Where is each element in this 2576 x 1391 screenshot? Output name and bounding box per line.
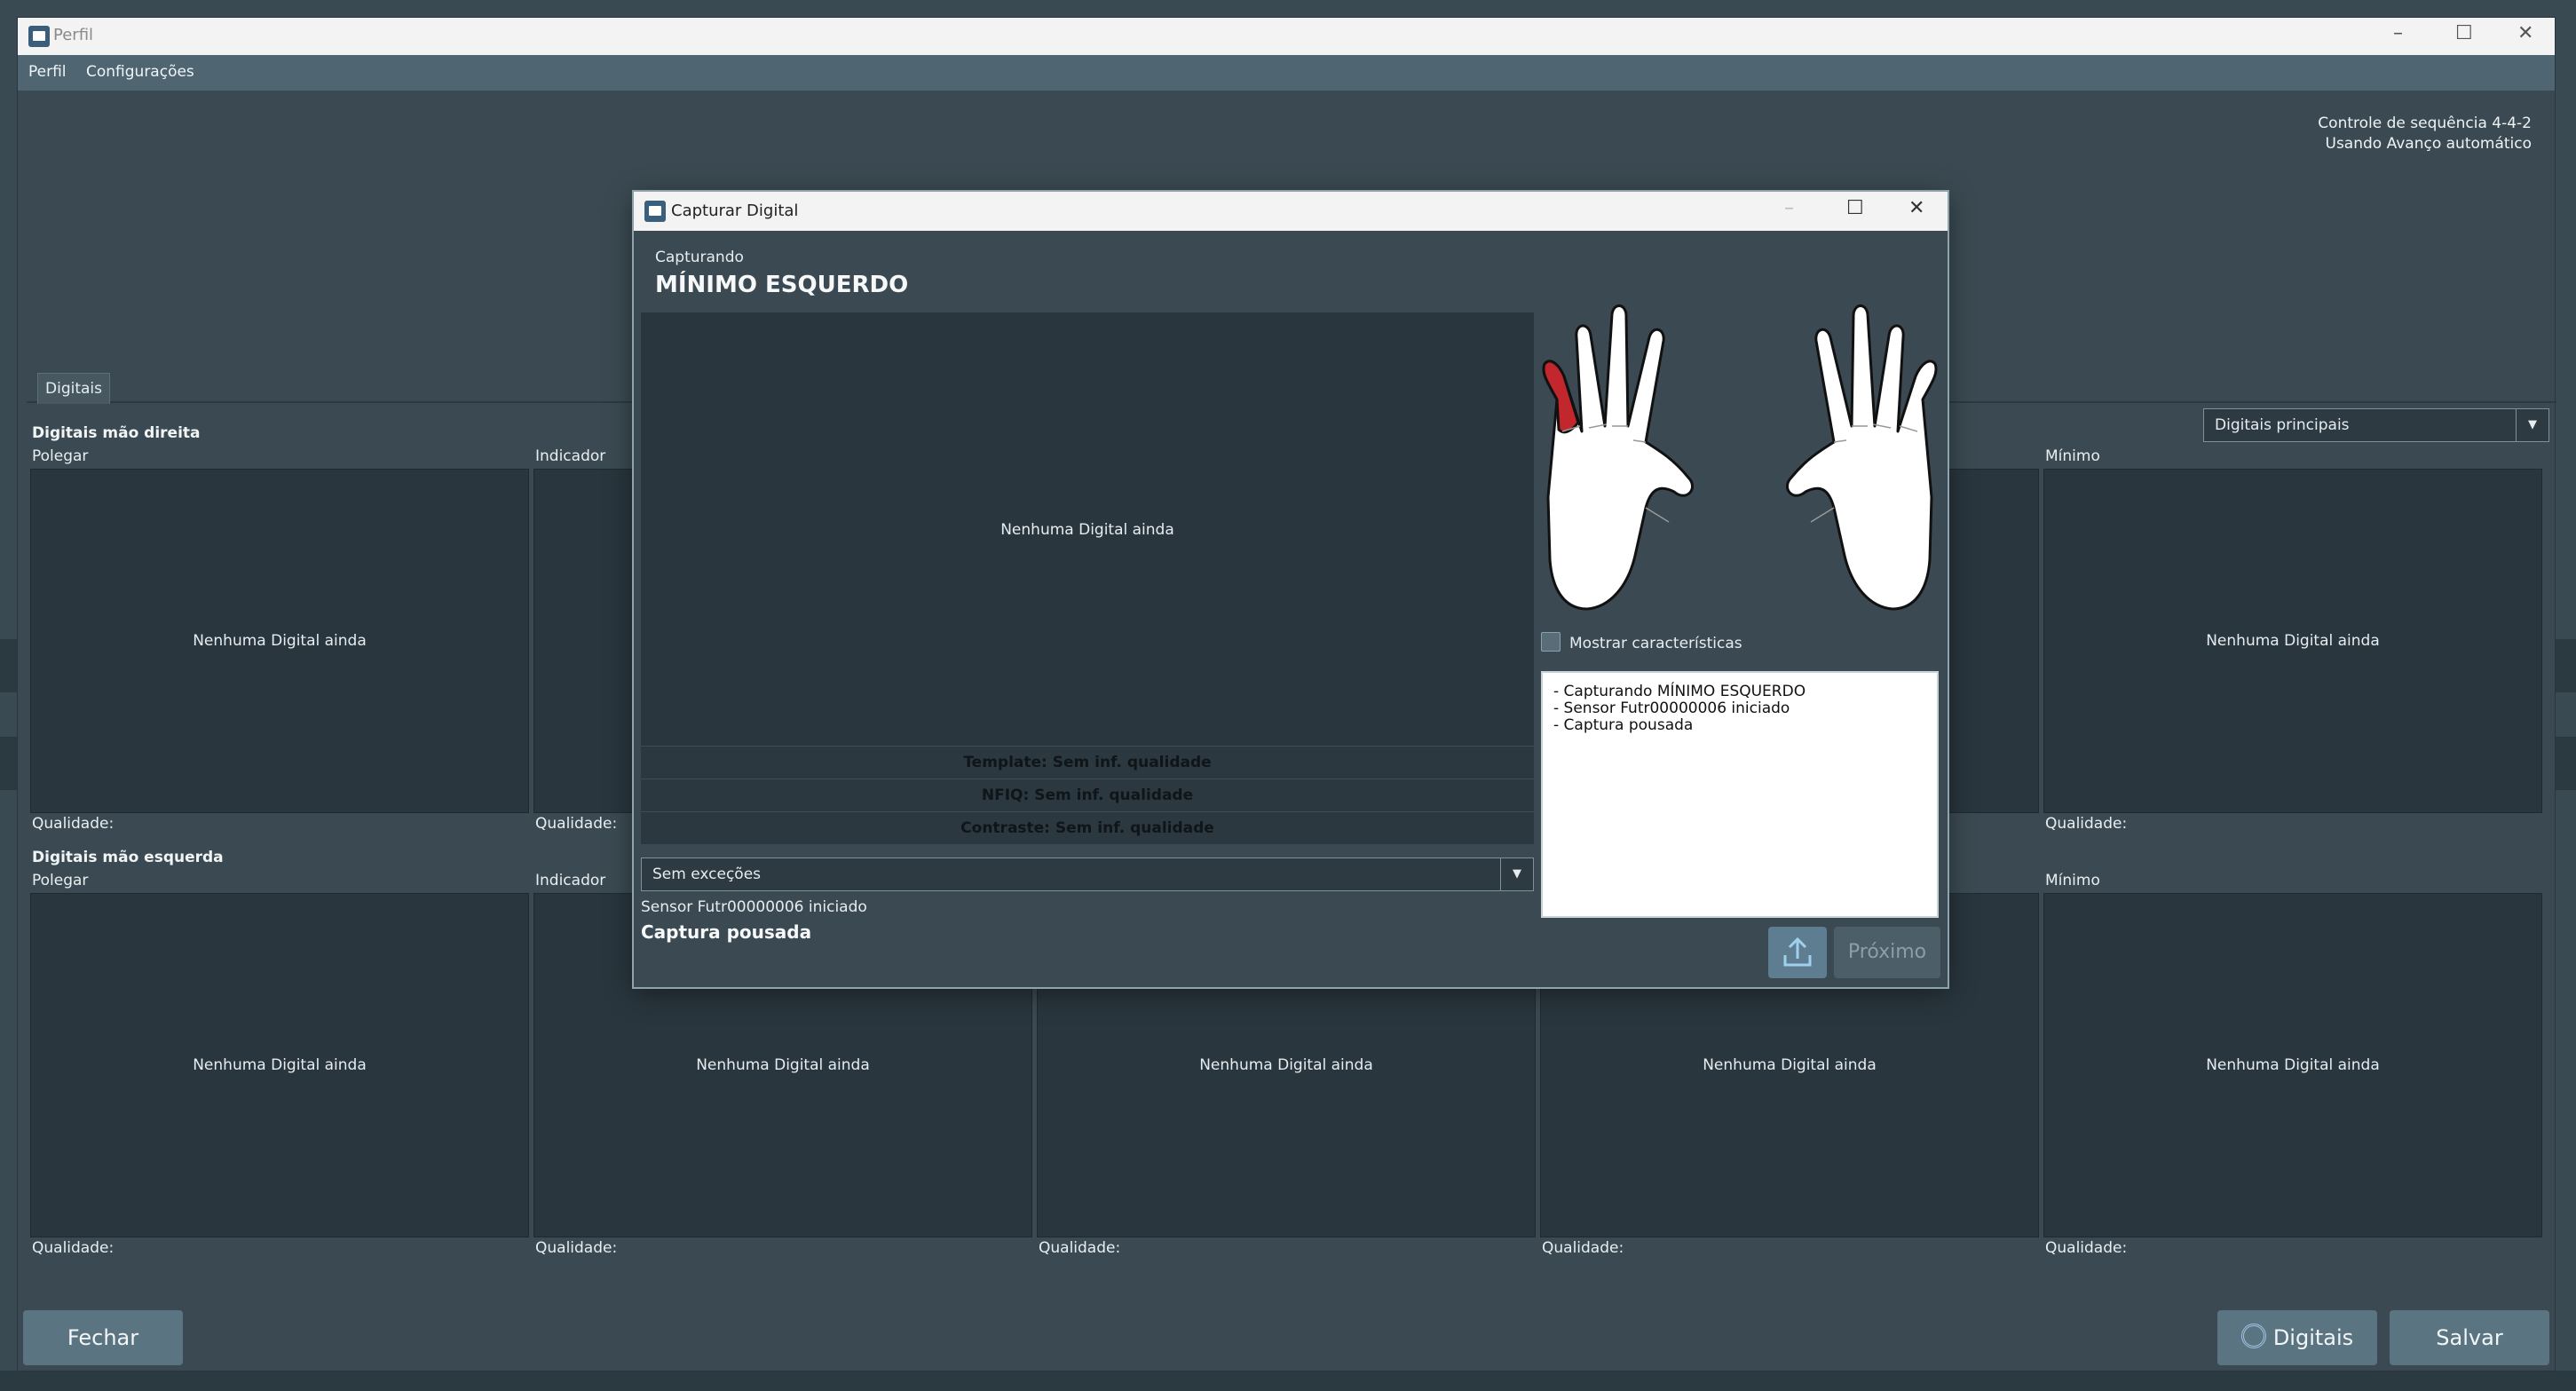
right-thumb-slot[interactable]: Nenhuma Digital ainda (30, 469, 529, 813)
right-little-quality: Qualidade: (2045, 815, 2128, 833)
template-quality: Template: Sem inf. qualidade (641, 746, 1534, 778)
chevron-down-icon: ▼ (1500, 858, 1533, 890)
menu-bar: Perfil Configurações (18, 55, 2555, 91)
sequence-control-text: Controle de sequência 4-4-2 (2318, 115, 2532, 132)
menu-perfil[interactable]: Perfil (28, 63, 67, 81)
highlighted-finger-icon (1542, 360, 1580, 434)
fingerprints-button[interactable]: Digitais (2217, 1310, 2377, 1365)
show-features-row[interactable]: Mostrar características (1541, 632, 1742, 652)
empty-text: Nenhuma Digital ainda (1199, 1056, 1373, 1074)
empty-text: Nenhuma Digital ainda (2206, 632, 2380, 650)
close-icon[interactable]: ✕ (2517, 22, 2533, 44)
fingerprint-icon (2240, 1324, 2266, 1348)
log-line: - Capturando MÍNIMO ESQUERDO (1553, 683, 1806, 700)
next-button[interactable]: Próximo (1834, 927, 1940, 978)
empty-text: Nenhuma Digital ainda (1703, 1056, 1877, 1074)
contrast-quality: Contraste: Sem inf. qualidade (641, 811, 1534, 844)
left-hand-title: Digitais mão esquerda (32, 849, 224, 866)
preview-empty-text: Nenhuma Digital ainda (1000, 521, 1174, 539)
exceptions-value: Sem exceções (652, 865, 762, 883)
left-ring-quality: Qualidade: (1542, 1239, 1624, 1257)
fingerprint-set-select[interactable]: Digitais principais ▼ (2203, 408, 2549, 442)
window-titlebar: Perfil – ☐ ✕ (18, 18, 2555, 55)
chevron-down-icon: ▼ (2516, 409, 2548, 441)
window-title: Perfil (53, 26, 94, 44)
menu-configuracoes[interactable]: Configurações (86, 63, 194, 81)
upload-icon (1783, 937, 1812, 967)
right-little-label: Mínimo (2045, 447, 2100, 465)
sensor-status: Sensor Futr00000006 iniciado (641, 898, 867, 916)
show-features-label: Mostrar características (1569, 635, 1742, 652)
hands-illustration (1542, 304, 1938, 611)
left-thumb-label: Polegar (32, 872, 89, 889)
right-thumb-quality: Qualidade: (32, 815, 115, 833)
save-button[interactable]: Salvar (2390, 1310, 2549, 1365)
exceptions-select[interactable]: Sem exceções ▼ (641, 858, 1534, 891)
auto-advance-text: Usando Avanço automático (2325, 135, 2533, 153)
left-index-quality: Qualidade: (535, 1239, 618, 1257)
right-hand-icon (1785, 304, 1938, 611)
fingerprint-set-value: Digitais principais (2215, 416, 2350, 434)
left-thumb-slot[interactable]: Nenhuma Digital ainda (30, 893, 529, 1237)
log-line: - Captura pousada (1553, 716, 1694, 734)
capture-log[interactable]: - Capturando MÍNIMO ESQUERDO - Sensor Fu… (1541, 671, 1939, 918)
empty-text: Nenhuma Digital ainda (193, 1056, 367, 1074)
left-little-quality: Qualidade: (2045, 1239, 2128, 1257)
fingerprints-button-label: Digitais (2272, 1325, 2354, 1350)
right-index-label: Indicador (535, 447, 606, 465)
capture-status: Captura pousada (641, 921, 812, 943)
left-little-slot[interactable]: Nenhuma Digital ainda (2043, 893, 2542, 1237)
capture-dialog: Capturar Digital – ☐ ✕ Capturando MÍNIMO… (634, 192, 1948, 987)
tab-digitais[interactable]: Digitais (37, 373, 110, 404)
left-little-label: Mínimo (2045, 872, 2100, 889)
dialog-titlebar: Capturar Digital – ☐ ✕ (634, 192, 1948, 231)
maximize-icon[interactable]: ☐ (1846, 197, 1864, 219)
app-icon (28, 26, 50, 47)
desktop-background (0, 1371, 2576, 1391)
empty-text: Nenhuma Digital ainda (696, 1056, 870, 1074)
close-button[interactable]: Fechar (23, 1310, 183, 1365)
maximize-icon[interactable]: ☐ (2455, 22, 2473, 44)
fingerprint-preview: Nenhuma Digital ainda (641, 312, 1534, 747)
right-thumb-label: Polegar (32, 447, 89, 465)
empty-text: Nenhuma Digital ainda (2206, 1056, 2380, 1074)
log-line: - Sensor Futr00000006 iniciado (1553, 699, 1790, 717)
close-icon[interactable]: ✕ (1908, 197, 1924, 219)
dialog-title: Capturar Digital (671, 202, 799, 220)
minimize-icon[interactable]: – (1784, 197, 1794, 219)
left-index-label: Indicador (535, 872, 606, 889)
finger-name: MÍNIMO ESQUERDO (655, 272, 909, 298)
show-features-checkbox[interactable] (1541, 632, 1561, 652)
empty-text: Nenhuma Digital ainda (193, 632, 367, 650)
sequence-info: Controle de sequência 4-4-2 Usando Avanç… (2318, 114, 2532, 154)
minimize-icon[interactable]: – (2393, 22, 2403, 44)
right-index-quality: Qualidade: (535, 815, 618, 833)
right-little-slot[interactable]: Nenhuma Digital ainda (2043, 469, 2542, 813)
upload-button[interactable] (1768, 927, 1827, 978)
right-hand-title: Digitais mão direita (32, 424, 201, 442)
left-middle-quality: Qualidade: (1039, 1239, 1121, 1257)
nfiq-quality: NFIQ: Sem inf. qualidade (641, 778, 1534, 811)
left-hand-icon (1542, 304, 1695, 611)
app-icon (644, 201, 666, 222)
left-thumb-quality: Qualidade: (32, 1239, 115, 1257)
capturing-label: Capturando (655, 249, 744, 266)
